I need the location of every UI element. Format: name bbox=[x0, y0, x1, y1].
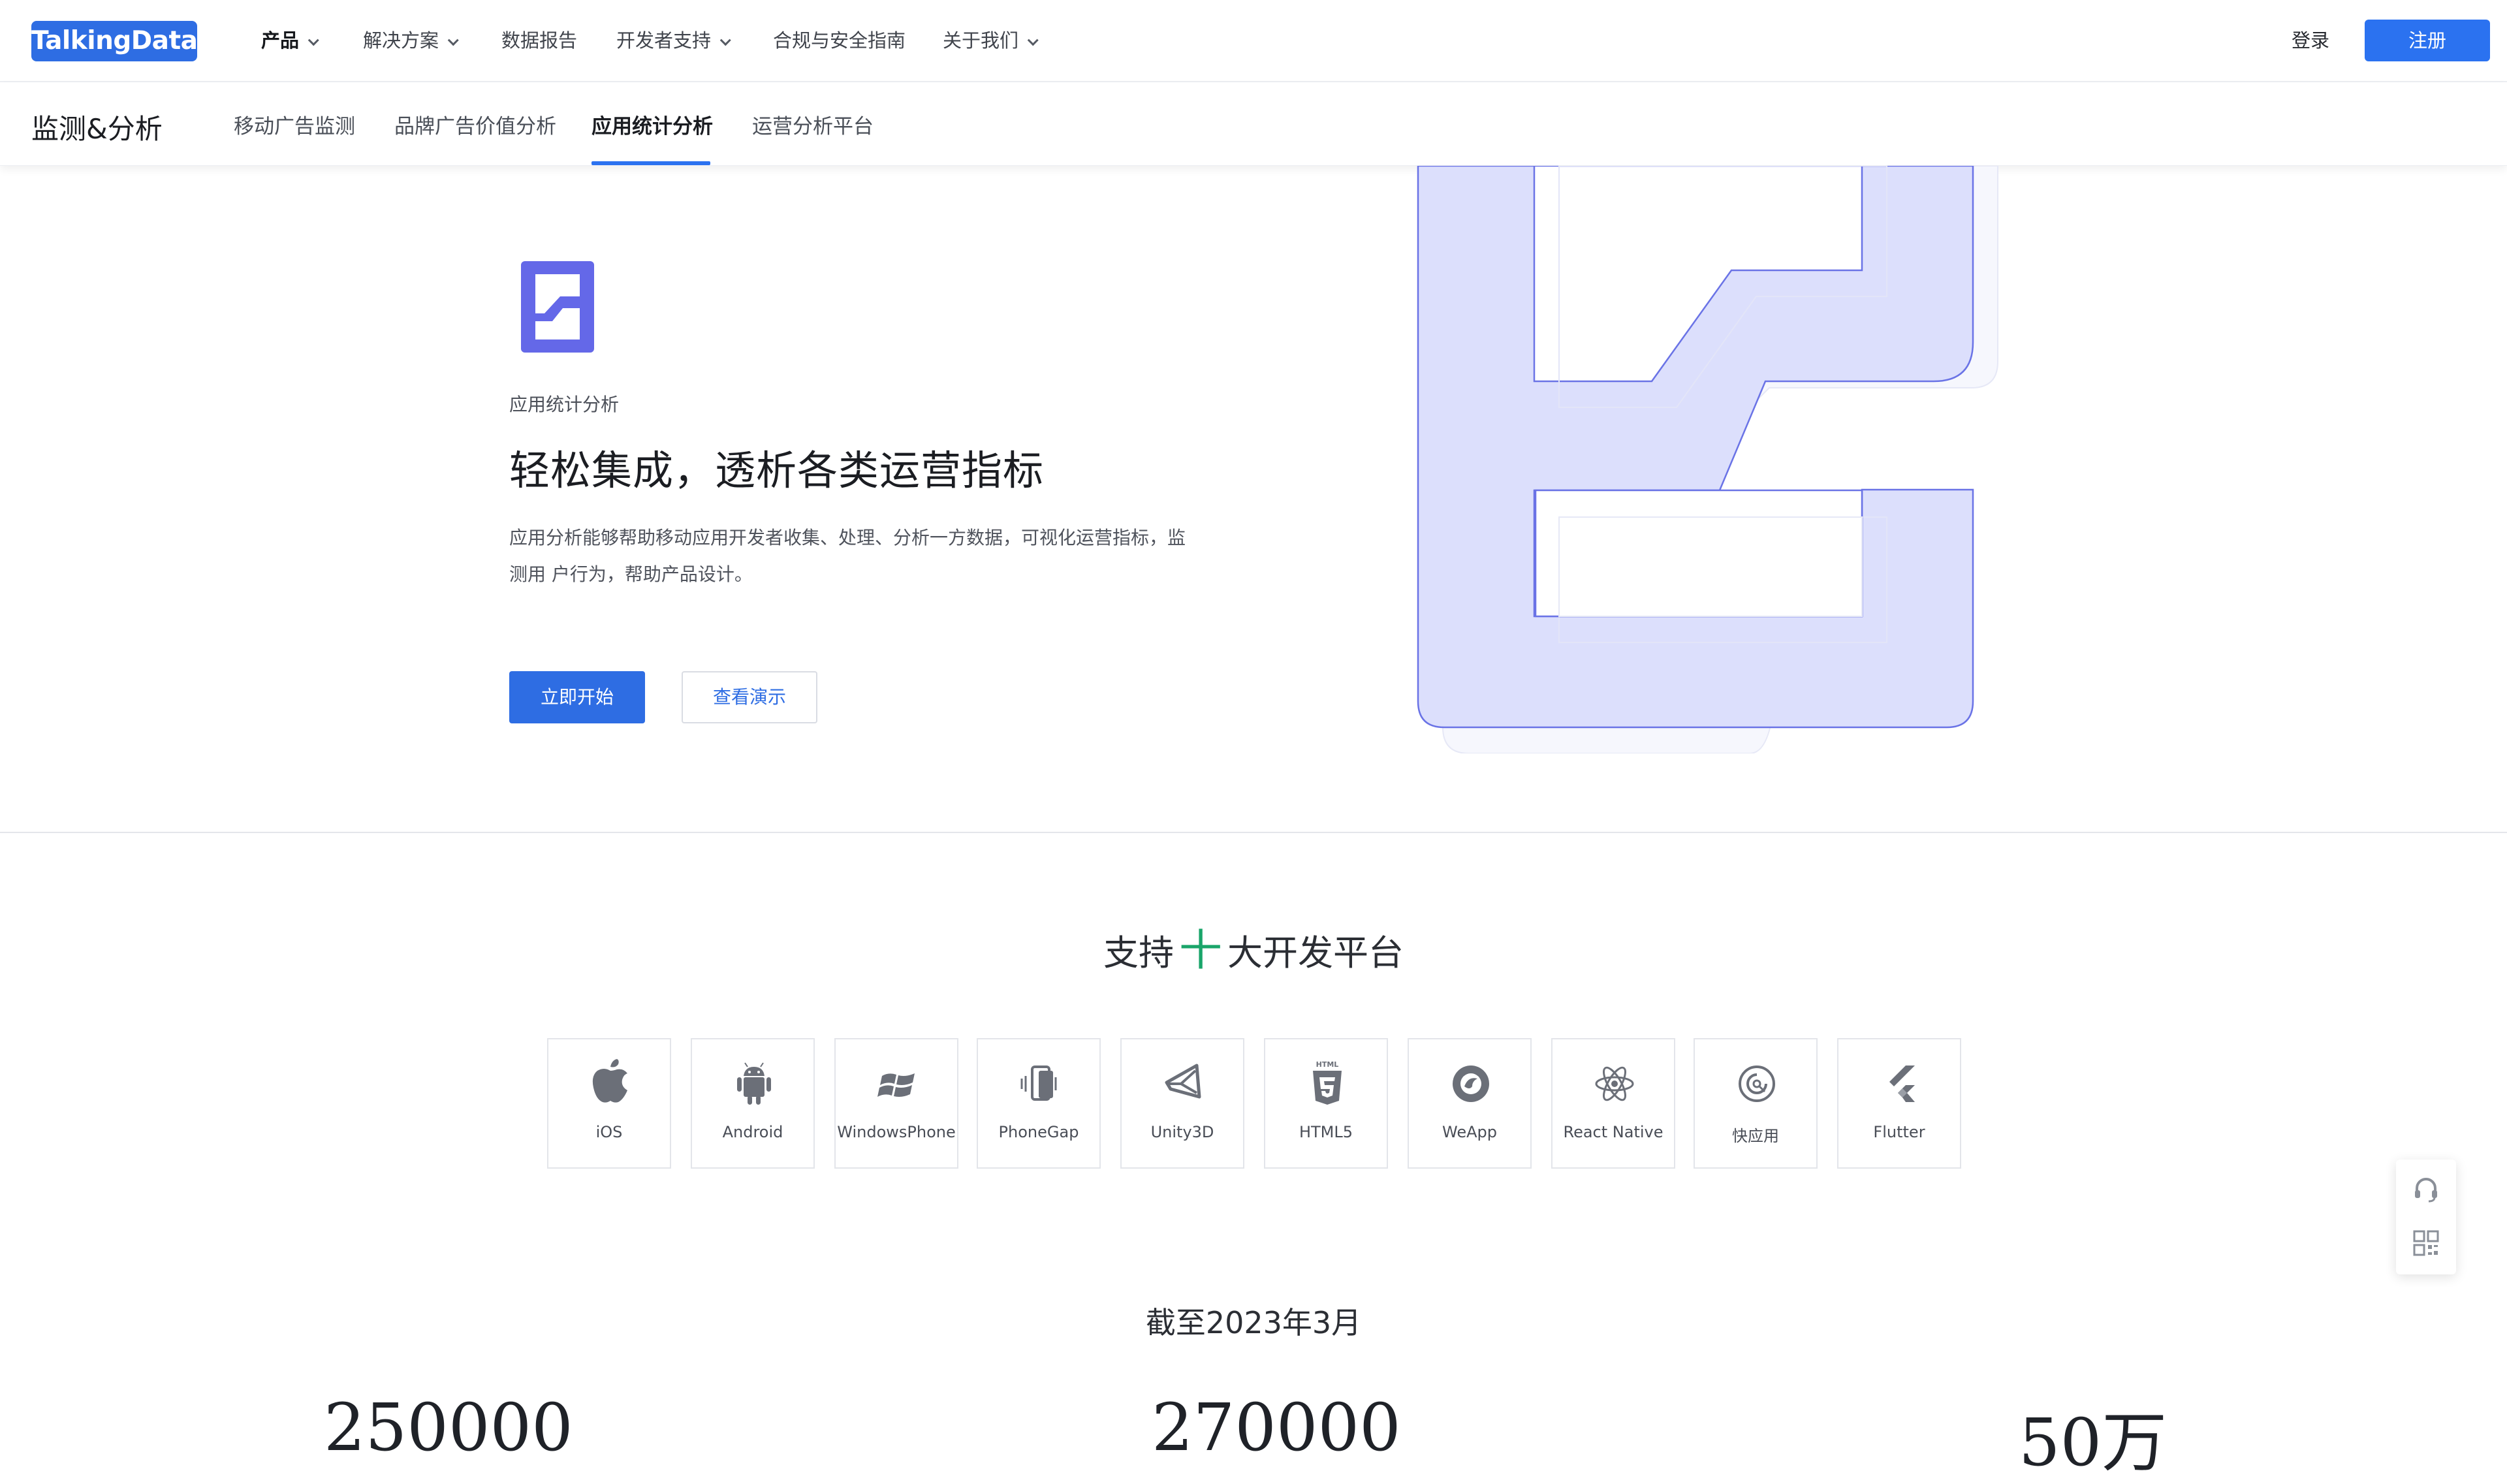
platform-label: WeApp bbox=[1442, 1123, 1497, 1141]
platform-label: WindowsPhone bbox=[837, 1123, 956, 1141]
active-tab-underline bbox=[591, 161, 710, 165]
nav-item-products[interactable]: 产品 bbox=[261, 26, 319, 55]
platform-card-quickapp[interactable]: 快应用 bbox=[1694, 1038, 1818, 1169]
chevron-down-icon bbox=[307, 35, 319, 46]
nav-item-reports[interactable]: 数据报告 bbox=[501, 26, 577, 55]
headset-icon[interactable] bbox=[2410, 1174, 2442, 1205]
nav-item-developers[interactable]: 开发者支持 bbox=[616, 26, 731, 55]
apple-icon bbox=[592, 1059, 627, 1103]
sub-navbar: 监测&分析 移动广告监测 品牌广告价值分析 应用统计分析 运营分析平台 bbox=[0, 82, 2507, 166]
stat-value: 50万 bbox=[2019, 1404, 2168, 1481]
login-link[interactable]: 登录 bbox=[2292, 26, 2329, 55]
platform-card-windowsphone[interactable]: WindowsPhone bbox=[834, 1038, 958, 1169]
platform-card-phonegap[interactable]: PhoneGap bbox=[977, 1038, 1101, 1169]
platform-label: PhoneGap bbox=[998, 1123, 1079, 1141]
platform-card-react-native[interactable]: React Native bbox=[1551, 1038, 1675, 1169]
svg-text:HTML: HTML bbox=[1316, 1060, 1339, 1069]
android-icon bbox=[737, 1062, 771, 1105]
phonegap-icon bbox=[1020, 1066, 1057, 1101]
platforms-heading: 支持十大开发平台 bbox=[1103, 925, 1404, 975]
platform-card-weapp[interactable]: WeApp bbox=[1408, 1038, 1532, 1169]
subnav-item-app-analytics[interactable]: 应用统计分析 bbox=[591, 110, 713, 139]
floating-support-widget bbox=[2396, 1160, 2456, 1274]
platform-label: Android bbox=[722, 1123, 783, 1141]
unity-icon bbox=[1165, 1064, 1201, 1099]
platform-label: HTML5 bbox=[1299, 1123, 1353, 1141]
view-demo-button[interactable]: 查看演示 bbox=[682, 671, 817, 723]
stat-value: 250000 bbox=[324, 1389, 573, 1466]
platform-card-flutter[interactable]: Flutter bbox=[1837, 1038, 1961, 1169]
platform-card-android[interactable]: Android bbox=[691, 1038, 815, 1169]
subnav-item-brand-ad-analysis[interactable]: 品牌广告价值分析 bbox=[394, 110, 556, 139]
hero-description: 应用分析能够帮助移动应用开发者收集、处理、分析一方数据，可视化运营指标，监测用 … bbox=[509, 527, 1186, 585]
top-navbar: TalkingData 产品 解决方案 数据报告 开发者支持 合规与安全指南 关… bbox=[0, 0, 2507, 82]
stat-value: 270000 bbox=[1152, 1389, 1401, 1466]
hero-title: 轻松集成，透析各类运营指标 bbox=[509, 447, 1045, 494]
platforms-count: 十 bbox=[1179, 925, 1222, 975]
platform-card-html5[interactable]: HTML HTML5 bbox=[1264, 1038, 1388, 1169]
windows-icon bbox=[877, 1073, 915, 1097]
register-button[interactable]: 注册 bbox=[2365, 20, 2490, 61]
nav-item-solutions[interactable]: 解决方案 bbox=[363, 26, 459, 55]
hero-illustration bbox=[1417, 166, 1998, 753]
platform-label: React Native bbox=[1563, 1123, 1663, 1141]
start-now-button[interactable]: 立即开始 bbox=[509, 671, 645, 723]
chevron-down-icon bbox=[719, 35, 731, 46]
platform-label: Unity3D bbox=[1150, 1123, 1214, 1141]
chevron-down-icon bbox=[447, 35, 459, 46]
html5-icon: HTML bbox=[1313, 1060, 1342, 1105]
hero-eyebrow: 应用统计分析 bbox=[509, 394, 620, 415]
platform-label: 快应用 bbox=[1732, 1127, 1779, 1145]
subnav-title: 监测&分析 bbox=[31, 113, 163, 145]
flutter-icon bbox=[1889, 1066, 1915, 1102]
talkingdata-logo[interactable]: TalkingData bbox=[31, 21, 198, 61]
nav-item-about[interactable]: 关于我们 bbox=[943, 26, 1039, 55]
react-icon bbox=[1595, 1066, 1634, 1101]
section-divider bbox=[0, 832, 2507, 833]
app-analytics-product-icon bbox=[521, 261, 594, 353]
nav-item-compliance[interactable]: 合规与安全指南 bbox=[773, 26, 906, 55]
quickapp-icon bbox=[1739, 1066, 1775, 1102]
qr-code-icon[interactable] bbox=[2410, 1227, 2442, 1259]
stats-caption: 截至2023年3月 bbox=[1145, 1305, 1362, 1340]
chevron-down-icon bbox=[1027, 35, 1039, 46]
platform-card-ios[interactable]: iOS bbox=[547, 1038, 671, 1169]
subnav-item-mobile-ad-monitoring[interactable]: 移动广告监测 bbox=[234, 110, 355, 139]
platform-card-unity3d[interactable]: Unity3D bbox=[1120, 1038, 1244, 1169]
weapp-icon bbox=[1453, 1066, 1489, 1102]
subnav-item-ops-platform[interactable]: 运营分析平台 bbox=[752, 110, 874, 139]
platform-label: iOS bbox=[595, 1123, 623, 1141]
platform-label: Flutter bbox=[1873, 1123, 1925, 1141]
